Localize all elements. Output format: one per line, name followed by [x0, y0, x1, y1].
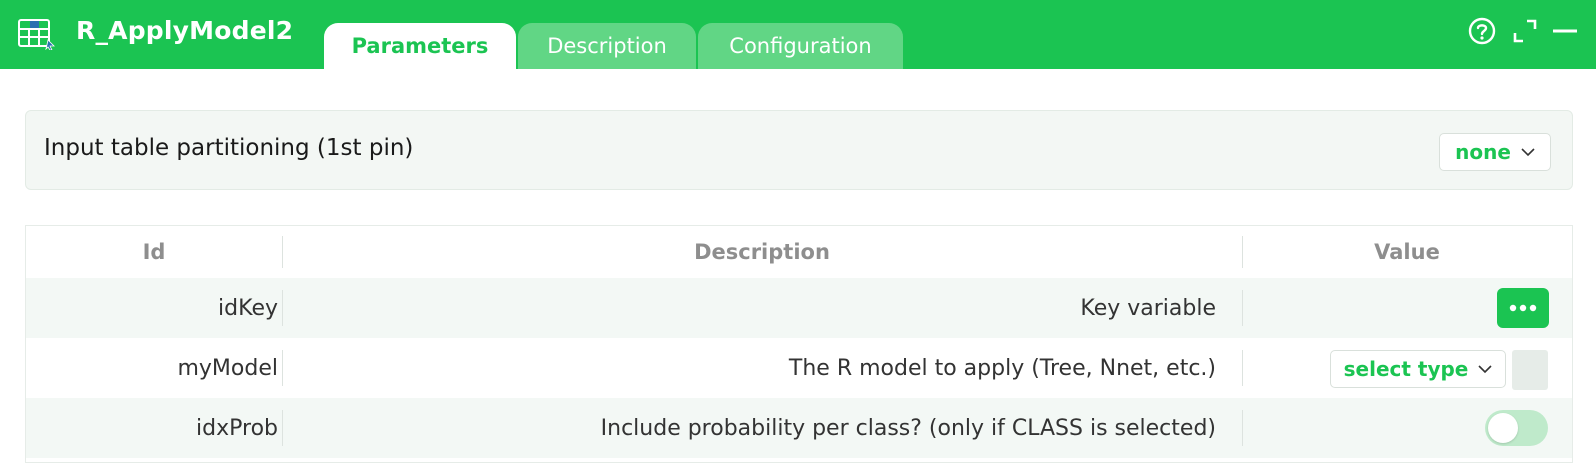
- column-divider: [282, 290, 283, 326]
- model-type-select[interactable]: select type: [1330, 350, 1506, 388]
- title-bar: R_ApplyModel2 Parameters Description Con…: [0, 0, 1596, 69]
- chevron-down-icon: [1478, 365, 1492, 374]
- param-description: The R model to apply (Tree, Nnet, etc.): [788, 355, 1216, 381]
- param-id: idKey: [218, 295, 278, 321]
- param-id: idxProb: [196, 415, 278, 441]
- expand-icon[interactable]: [1510, 16, 1540, 46]
- partitioning-value: none: [1455, 140, 1511, 164]
- help-circle-icon[interactable]: [1467, 16, 1497, 46]
- column-divider: [282, 236, 283, 268]
- chevron-down-icon: [1521, 148, 1535, 157]
- include-probability-toggle[interactable]: [1485, 410, 1548, 446]
- param-id: myModel: [177, 355, 278, 381]
- column-divider: [1242, 350, 1243, 386]
- parameters-table: Id Description Value idKey Key variable …: [25, 225, 1573, 463]
- table-row: idxProb Include probability per class? (…: [26, 398, 1572, 458]
- tab-configuration[interactable]: Configuration: [698, 23, 903, 69]
- minimize-icon[interactable]: [1549, 16, 1579, 46]
- column-divider: [1242, 290, 1243, 326]
- more-dots-icon: [1509, 304, 1537, 312]
- column-header-description: Description: [694, 240, 830, 264]
- model-type-value: select type: [1343, 357, 1469, 381]
- table-row: idKey Key variable: [26, 278, 1572, 338]
- param-description: Include probability per class? (only if …: [600, 415, 1216, 441]
- partitioning-select[interactable]: none: [1439, 133, 1551, 171]
- column-header-id: Id: [142, 240, 166, 264]
- value-placeholder-box: [1512, 350, 1548, 390]
- tab-parameters[interactable]: Parameters: [324, 23, 516, 69]
- partitioning-label: Input table partitioning (1st pin): [44, 135, 414, 161]
- more-options-button[interactable]: [1497, 288, 1549, 328]
- table-row: myModel The R model to apply (Tree, Nnet…: [26, 338, 1572, 398]
- column-divider: [1242, 236, 1243, 268]
- grid-table-icon: [18, 19, 55, 50]
- column-divider: [282, 410, 283, 446]
- tab-description[interactable]: Description: [518, 23, 696, 69]
- param-description: Key variable: [1080, 295, 1216, 321]
- toggle-knob: [1488, 413, 1518, 443]
- partitioning-panel: Input table partitioning (1st pin) none: [25, 110, 1573, 190]
- app-title: R_ApplyModel2: [76, 16, 294, 45]
- column-header-value: Value: [1374, 240, 1440, 264]
- column-divider: [282, 350, 283, 386]
- column-divider: [1242, 410, 1243, 446]
